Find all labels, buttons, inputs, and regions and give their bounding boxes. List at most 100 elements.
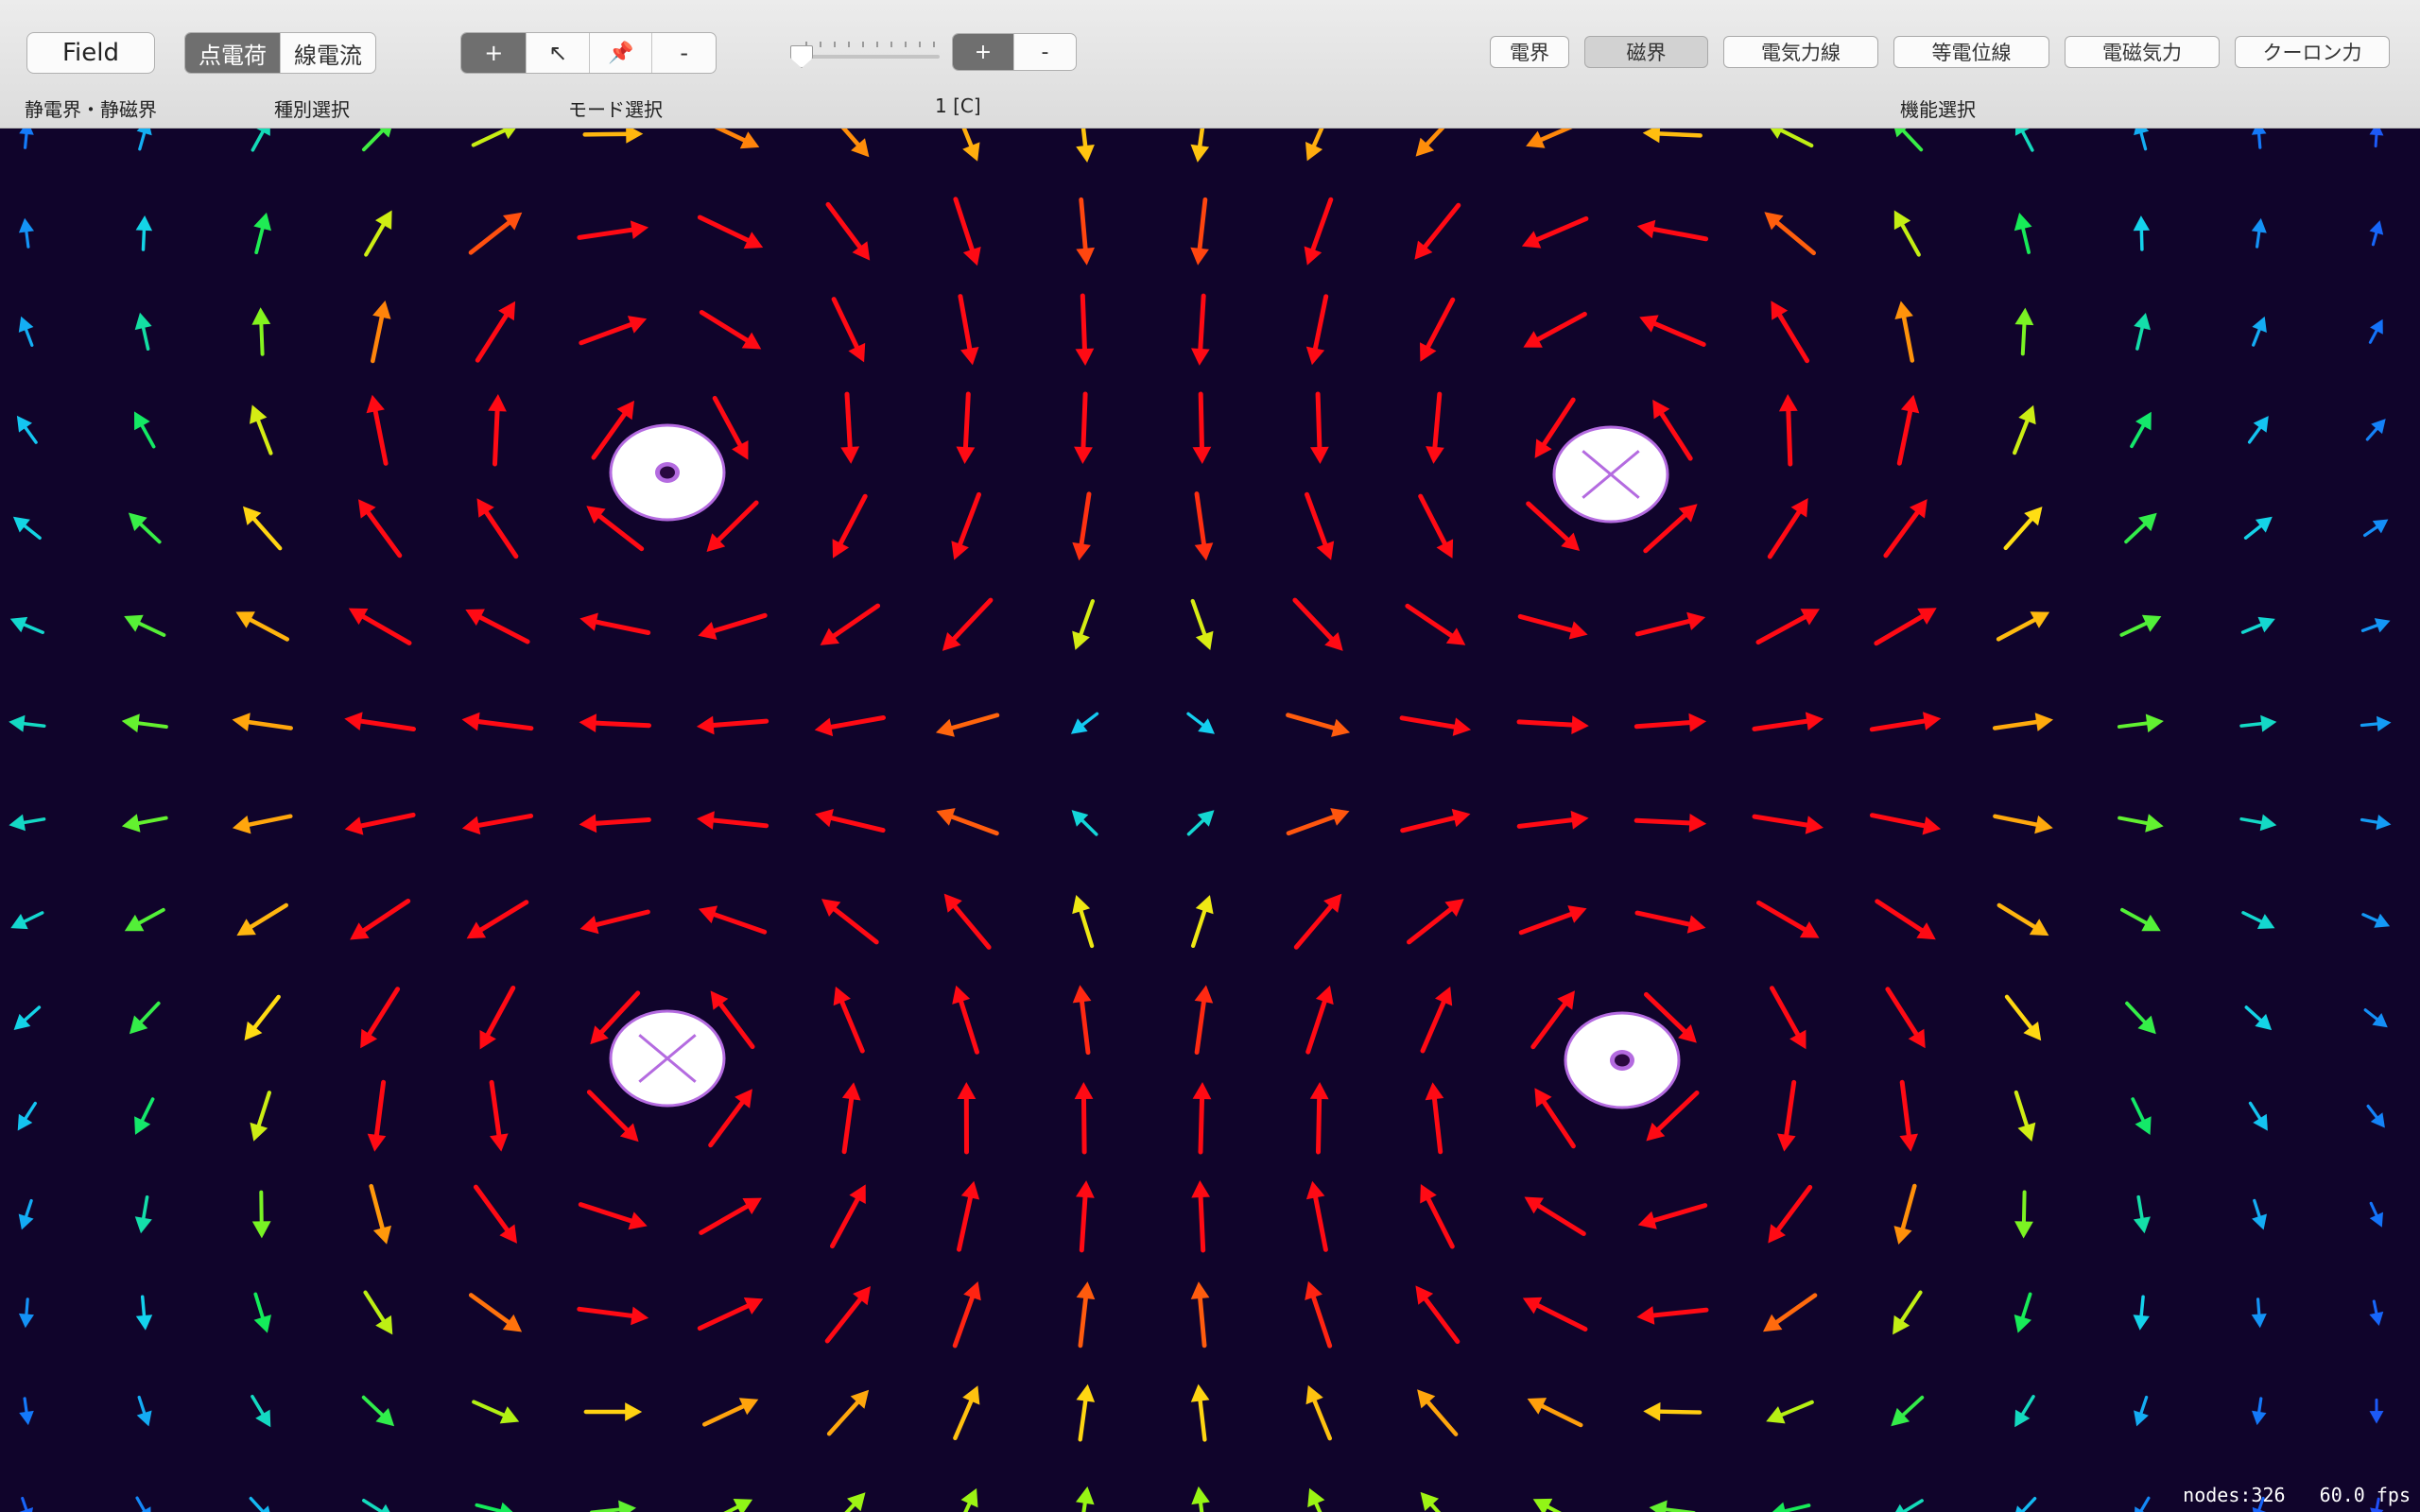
function-coulomb-force-button[interactable]: クーロン力 — [2235, 36, 2390, 68]
field-vector-arrow — [2014, 1090, 2036, 1142]
field-vector-arrow — [1767, 498, 1808, 559]
wire-out-of-page[interactable] — [609, 423, 726, 522]
field-vector-arrow — [124, 614, 166, 637]
field-vector-arrow — [697, 1297, 764, 1332]
slider-track — [792, 55, 940, 59]
field-vector-arrow — [348, 608, 412, 645]
field-vector-arrow — [1516, 810, 1589, 830]
field-vector-arrow — [712, 395, 749, 460]
field-vector-arrow — [243, 506, 283, 551]
field-vector-arrow — [1875, 899, 1936, 940]
function-field-lines-button[interactable]: 電気力線 — [1723, 36, 1878, 68]
magnitude-plus-button[interactable]: + — [953, 34, 1014, 70]
field-vector-arrow — [579, 814, 651, 833]
field-vector-arrow — [1772, 1502, 1811, 1512]
field-vector-arrow — [244, 994, 281, 1041]
function-electromagnetic-force-button[interactable]: 電磁気力 — [2065, 36, 2220, 68]
field-vector-arrow — [1993, 814, 2053, 834]
field-vector-arrow — [1420, 1491, 1442, 1512]
wire-into-page[interactable] — [1552, 425, 1669, 524]
field-vector-arrow — [2014, 1292, 2032, 1333]
field-vector-arrow — [815, 809, 886, 833]
field-vector-arrow — [831, 297, 866, 363]
field-vector-arrow — [699, 310, 762, 350]
field-vector-arrow — [2248, 1101, 2268, 1131]
pin-icon[interactable]: 📌 — [590, 33, 653, 73]
field-vector-arrow — [10, 911, 44, 930]
line-current-option[interactable]: 線電流 — [281, 33, 375, 73]
field-vector-arrow — [475, 1502, 513, 1512]
slider-knob[interactable] — [790, 45, 813, 68]
field-vector-arrow — [361, 1395, 395, 1427]
wires — [609, 423, 1681, 1109]
field-vector-arrow — [251, 307, 271, 356]
field-vector-arrow — [134, 411, 156, 449]
remove-mode-button[interactable]: - — [652, 33, 716, 73]
field-vector-arrow — [582, 129, 644, 144]
select-cursor-icon[interactable]: ↖ — [527, 33, 590, 73]
field-vector-arrow — [698, 612, 768, 640]
field-vector-arrow — [488, 394, 507, 467]
field-vector-arrow — [121, 713, 168, 733]
field-vector-arrow — [2369, 1398, 2384, 1424]
field-vector-arrow — [2366, 1104, 2385, 1128]
mode-group-label: モード選択 — [568, 98, 663, 121]
field-vector-arrow — [577, 220, 649, 240]
field-vector-arrow — [1070, 712, 1099, 734]
field-vector-arrow — [821, 899, 879, 945]
field-vector-arrow — [2251, 217, 2267, 249]
field-vector-arrow — [2360, 815, 2392, 831]
magnitude-minus-button[interactable]: - — [1014, 34, 1076, 70]
magnitude-slider[interactable] — [790, 28, 942, 68]
field-vector-arrow — [579, 612, 651, 635]
status-readout: nodes:326 60.0 fps — [2183, 1484, 2411, 1506]
field-vector-arrow — [1072, 598, 1096, 650]
field-vector-arrow — [232, 713, 293, 731]
field-vector-arrow — [2365, 419, 2386, 441]
field-vector-arrow — [1874, 608, 1937, 646]
function-magnetic-field-button[interactable]: 磁界 — [1584, 36, 1708, 68]
field-vector-arrow — [253, 212, 271, 255]
field-vector-arrow — [1190, 598, 1214, 650]
point-charge-option[interactable]: 点電荷 — [185, 33, 281, 73]
field-vector-arrow — [814, 715, 886, 737]
function-equipotential-button[interactable]: 等電位線 — [1893, 36, 2049, 68]
field-vector-arrow — [1634, 910, 1706, 934]
field-vector-arrow — [943, 893, 992, 950]
field-vector-arrow — [1518, 905, 1587, 936]
field-vector-arrow — [1771, 301, 1810, 364]
field-vector-arrow — [1996, 902, 2049, 936]
field-vector-arrow — [1190, 1383, 1210, 1442]
field-vector-arrow — [953, 1385, 980, 1441]
field-vector-arrow — [2134, 129, 2150, 151]
field-vector-arrow — [1420, 297, 1456, 362]
wire-into-page[interactable] — [609, 1009, 726, 1108]
field-vector-arrow — [2124, 512, 2157, 544]
field-vector-arrow — [1521, 215, 1589, 249]
wire-out-of-page[interactable] — [1564, 1011, 1681, 1109]
field-vector-arrow — [2134, 313, 2151, 351]
function-group-label: 機能選択 — [1900, 98, 1976, 121]
field-vector-arrow — [1305, 1384, 1333, 1441]
field-vector-arrow — [472, 1400, 520, 1424]
field-vector-arrow — [2133, 215, 2151, 251]
field-button[interactable]: Field — [26, 32, 155, 74]
field-vector-arrow — [1534, 1088, 1576, 1149]
field-vector-arrow — [1192, 1082, 1212, 1155]
field-canvas[interactable] — [0, 129, 2420, 1512]
add-mode-button[interactable]: + — [461, 33, 527, 73]
field-vector-arrow — [235, 611, 290, 642]
field-vector-arrow — [2363, 519, 2389, 538]
field-vector-arrow — [697, 811, 769, 830]
field-vector-arrow — [1310, 391, 1329, 464]
function-electric-field-button[interactable]: 電界 — [1490, 36, 1569, 68]
field-vector-arrow — [465, 609, 530, 644]
field-vector-arrow — [1516, 715, 1589, 734]
field-vector-arrow — [1076, 129, 1095, 163]
field-vector-arrow — [476, 498, 519, 559]
field-vector-arrow — [1076, 1281, 1096, 1349]
field-vector-arrow — [2015, 1496, 2037, 1512]
field-vector-arrow — [586, 1090, 639, 1143]
field-vector-arrow — [583, 1402, 643, 1421]
field-vector-arrow — [1425, 1082, 1444, 1155]
